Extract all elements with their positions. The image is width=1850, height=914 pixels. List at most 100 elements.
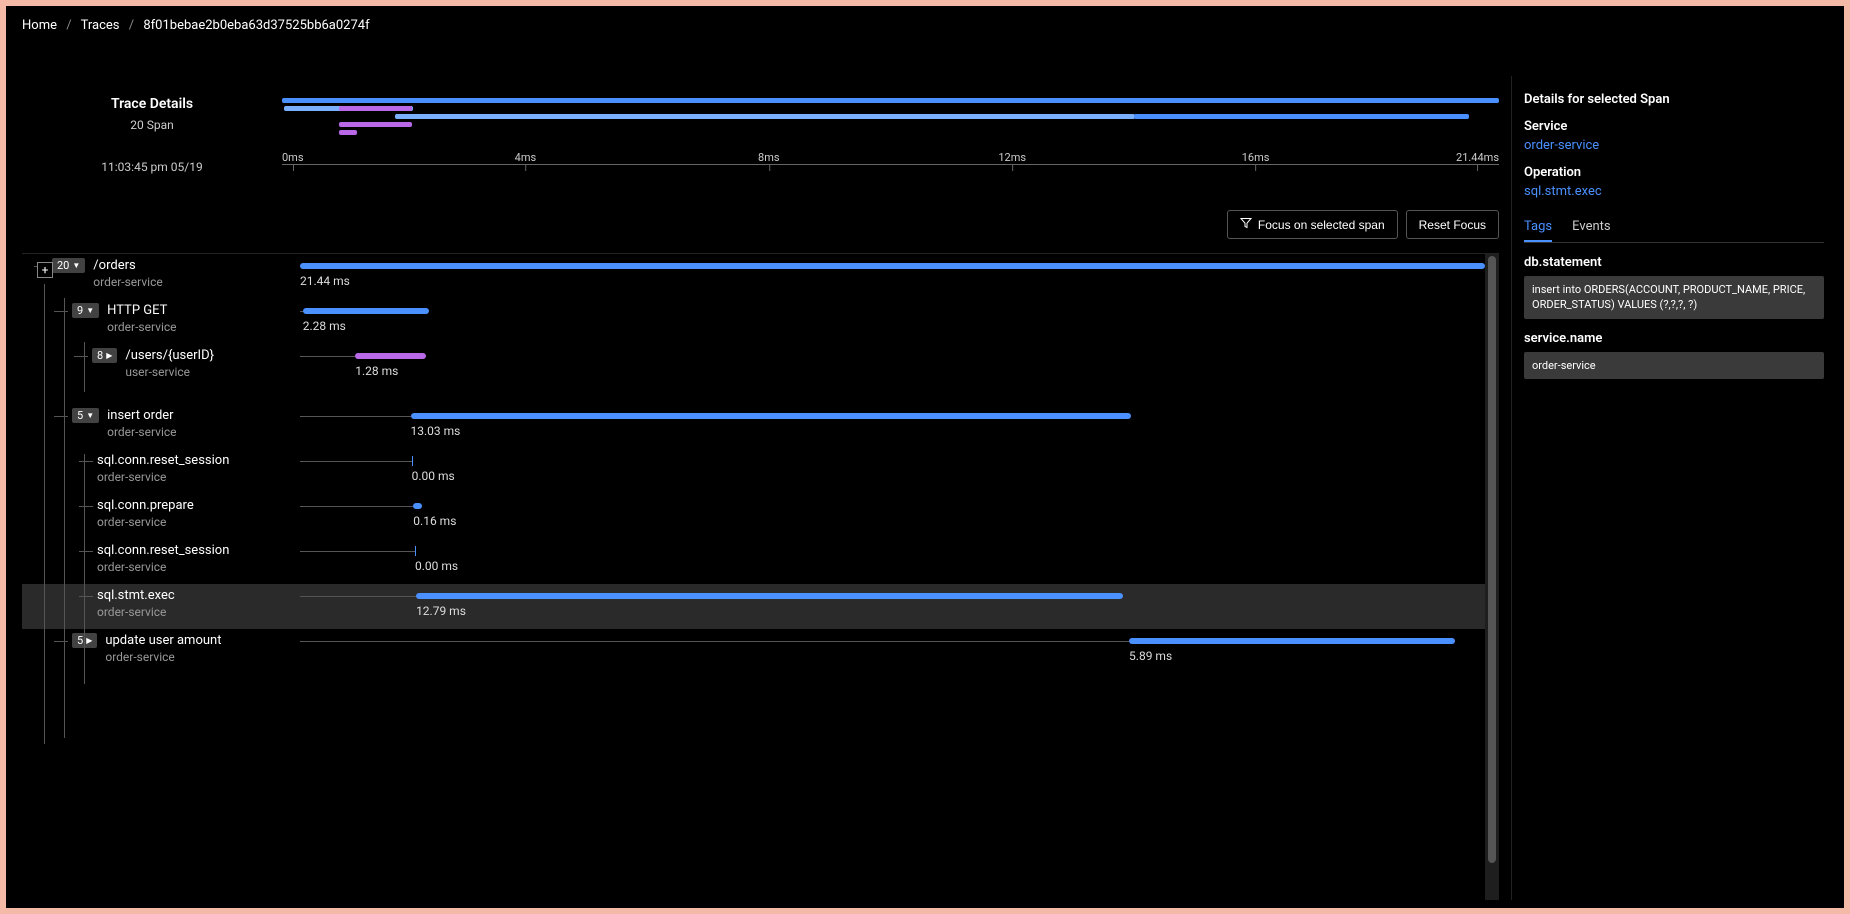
gantt-bar[interactable] bbox=[300, 263, 1485, 269]
chevron-down-icon: ▼ bbox=[72, 261, 80, 270]
gantt-lead-line bbox=[300, 461, 412, 462]
badge-count: 5 bbox=[77, 634, 83, 647]
gantt-bar[interactable] bbox=[411, 413, 1131, 419]
span-service-name: order-service bbox=[93, 275, 162, 289]
span-operation-name: /orders bbox=[93, 258, 162, 273]
gantt-duration-label: 1.28 ms bbox=[355, 364, 398, 378]
axis-tick: 16ms bbox=[1242, 151, 1270, 164]
span-count-badge[interactable]: 9▼ bbox=[72, 303, 99, 318]
breadcrumb-home[interactable]: Home bbox=[22, 18, 57, 33]
tag-key: db.statement bbox=[1524, 255, 1824, 270]
span-row[interactable]: sql.conn.prepareorder-service 0.16 ms bbox=[22, 494, 1485, 539]
gantt-cell: 12.79 ms bbox=[300, 584, 1485, 629]
span-count: 20 Span bbox=[22, 118, 282, 132]
gantt-bar[interactable] bbox=[415, 546, 416, 556]
span-operation-name: HTTP GET bbox=[107, 303, 176, 318]
expand-all-button[interactable]: + bbox=[37, 262, 53, 278]
focus-button-label: Focus on selected span bbox=[1258, 218, 1385, 232]
gantt-bar[interactable] bbox=[416, 593, 1123, 599]
badge-count: 8 bbox=[97, 349, 103, 362]
tab-tags[interactable]: Tags bbox=[1524, 213, 1552, 242]
span-service-name: order-service bbox=[105, 650, 221, 664]
axis-tick: 8ms bbox=[758, 151, 780, 164]
details-pane: Details for selected Span Service order-… bbox=[1511, 76, 1836, 900]
tree-connector bbox=[54, 641, 68, 642]
span-service-name: order-service bbox=[107, 425, 176, 439]
focus-selected-button[interactable]: Focus on selected span bbox=[1227, 210, 1398, 239]
service-label: Service bbox=[1524, 119, 1824, 134]
span-count-badge[interactable]: 8▶ bbox=[92, 348, 117, 363]
gantt-lead-line bbox=[300, 356, 355, 357]
span-label: sql.conn.reset_session order-service bbox=[97, 453, 229, 484]
tree-connector bbox=[54, 311, 68, 312]
span-service-name: order-service bbox=[97, 470, 229, 484]
span-row[interactable]: 5▼ insert order order-service 13.03 ms bbox=[22, 404, 1485, 449]
gantt-lead-line bbox=[300, 416, 411, 417]
tree-connector bbox=[79, 596, 93, 597]
gantt-duration-label: 2.28 ms bbox=[303, 319, 346, 333]
gantt-duration-label: 13.03 ms bbox=[411, 424, 461, 438]
span-label: insert order order-service bbox=[107, 408, 176, 439]
service-value[interactable]: order-service bbox=[1524, 138, 1824, 153]
span-row[interactable]: 9▼ HTTP GET order-service 2.28 ms bbox=[22, 299, 1485, 344]
reset-focus-button[interactable]: Reset Focus bbox=[1406, 210, 1499, 239]
tab-events[interactable]: Events bbox=[1572, 213, 1610, 242]
scrollbar-thumb[interactable] bbox=[1488, 256, 1496, 863]
chevron-right-icon: ▶ bbox=[86, 636, 92, 645]
span-row[interactable]: 5▶update user amountorder-service5.89 ms bbox=[22, 629, 1485, 674]
span-count-badge[interactable]: 5▼ bbox=[72, 408, 99, 423]
trace-minimap[interactable]: 0ms4ms8ms12ms16ms21.44ms bbox=[282, 76, 1499, 196]
span-operation-name: insert order bbox=[107, 408, 176, 423]
tag-value: insert into ORDERS(ACCOUNT, PRODUCT_NAME… bbox=[1524, 276, 1824, 319]
axis-tick: 21.44ms bbox=[1456, 151, 1499, 164]
tree-connector bbox=[79, 551, 93, 552]
gantt-duration-label: 0.00 ms bbox=[415, 559, 458, 573]
span-row[interactable]: sql.conn.reset_sessionorder-service0.00 … bbox=[22, 449, 1485, 494]
minimap-bar bbox=[339, 106, 412, 111]
gantt-lead-line bbox=[300, 506, 413, 507]
filter-icon bbox=[1240, 217, 1252, 232]
trace-timestamp: 11:03:45 pm 05/19 bbox=[22, 160, 282, 174]
page-title: Trace Details bbox=[22, 96, 282, 112]
span-label: sql.conn.prepareorder-service bbox=[97, 498, 194, 529]
span-operation-name: sql.stmt.exec bbox=[97, 588, 175, 603]
gantt-bar[interactable] bbox=[413, 503, 422, 509]
span-row[interactable]: 8▶/users/{userID}user-service1.28 ms bbox=[22, 344, 1485, 404]
gantt-cell: 21.44 ms bbox=[300, 254, 1485, 299]
breadcrumb-trace-id: 8f01bebae2b0eba63d37525bb6a0274f bbox=[143, 18, 369, 33]
gantt-bar[interactable] bbox=[1129, 638, 1455, 644]
gantt-duration-label: 0.16 ms bbox=[413, 514, 456, 528]
gantt-cell: 5.89 ms bbox=[300, 629, 1485, 674]
operation-value[interactable]: sql.stmt.exec bbox=[1524, 184, 1824, 199]
breadcrumb-traces[interactable]: Traces bbox=[81, 18, 120, 33]
gantt-bar[interactable] bbox=[412, 456, 413, 466]
span-service-name: order-service bbox=[107, 320, 176, 334]
details-tabs: Tags Events bbox=[1524, 213, 1824, 243]
span-service-name: order-service bbox=[97, 560, 229, 574]
gantt-duration-label: 5.89 ms bbox=[1129, 649, 1172, 663]
span-count-badge[interactable]: 20▼ bbox=[52, 258, 85, 273]
span-row[interactable]: sql.stmt.exec order-service 12.79 ms bbox=[22, 584, 1485, 629]
gantt-lead-line bbox=[300, 551, 415, 552]
span-row[interactable]: 20▼ /orders order-service 21.44 ms bbox=[22, 254, 1485, 299]
header-left: Trace Details 20 Span 11:03:45 pm 05/19 bbox=[22, 76, 282, 196]
minimap-bar bbox=[339, 130, 357, 135]
span-service-name: order-service bbox=[97, 605, 175, 619]
gantt-bar[interactable] bbox=[303, 308, 429, 314]
gantt-cell: 2.28 ms bbox=[300, 299, 1485, 344]
badge-count: 5 bbox=[77, 409, 83, 422]
tree-connector bbox=[79, 506, 93, 507]
breadcrumb-sep: / bbox=[66, 18, 71, 33]
span-row[interactable]: sql.conn.reset_sessionorder-service0.00 … bbox=[22, 539, 1485, 584]
tree-vertical-line bbox=[84, 342, 85, 392]
span-operation-name: /users/{userID} bbox=[125, 348, 214, 363]
vertical-scrollbar[interactable] bbox=[1485, 254, 1499, 900]
gantt-duration-label: 12.79 ms bbox=[416, 604, 466, 618]
badge-count: 9 bbox=[77, 304, 83, 317]
chevron-right-icon: ▶ bbox=[106, 351, 112, 360]
gantt-bar[interactable] bbox=[355, 353, 426, 359]
timeline-axis: 0ms4ms8ms12ms16ms21.44ms bbox=[282, 164, 1499, 186]
tree-vertical-line bbox=[44, 284, 45, 744]
span-operation-name: sql.conn.reset_session bbox=[97, 453, 229, 468]
tag-key: service.name bbox=[1524, 331, 1824, 346]
